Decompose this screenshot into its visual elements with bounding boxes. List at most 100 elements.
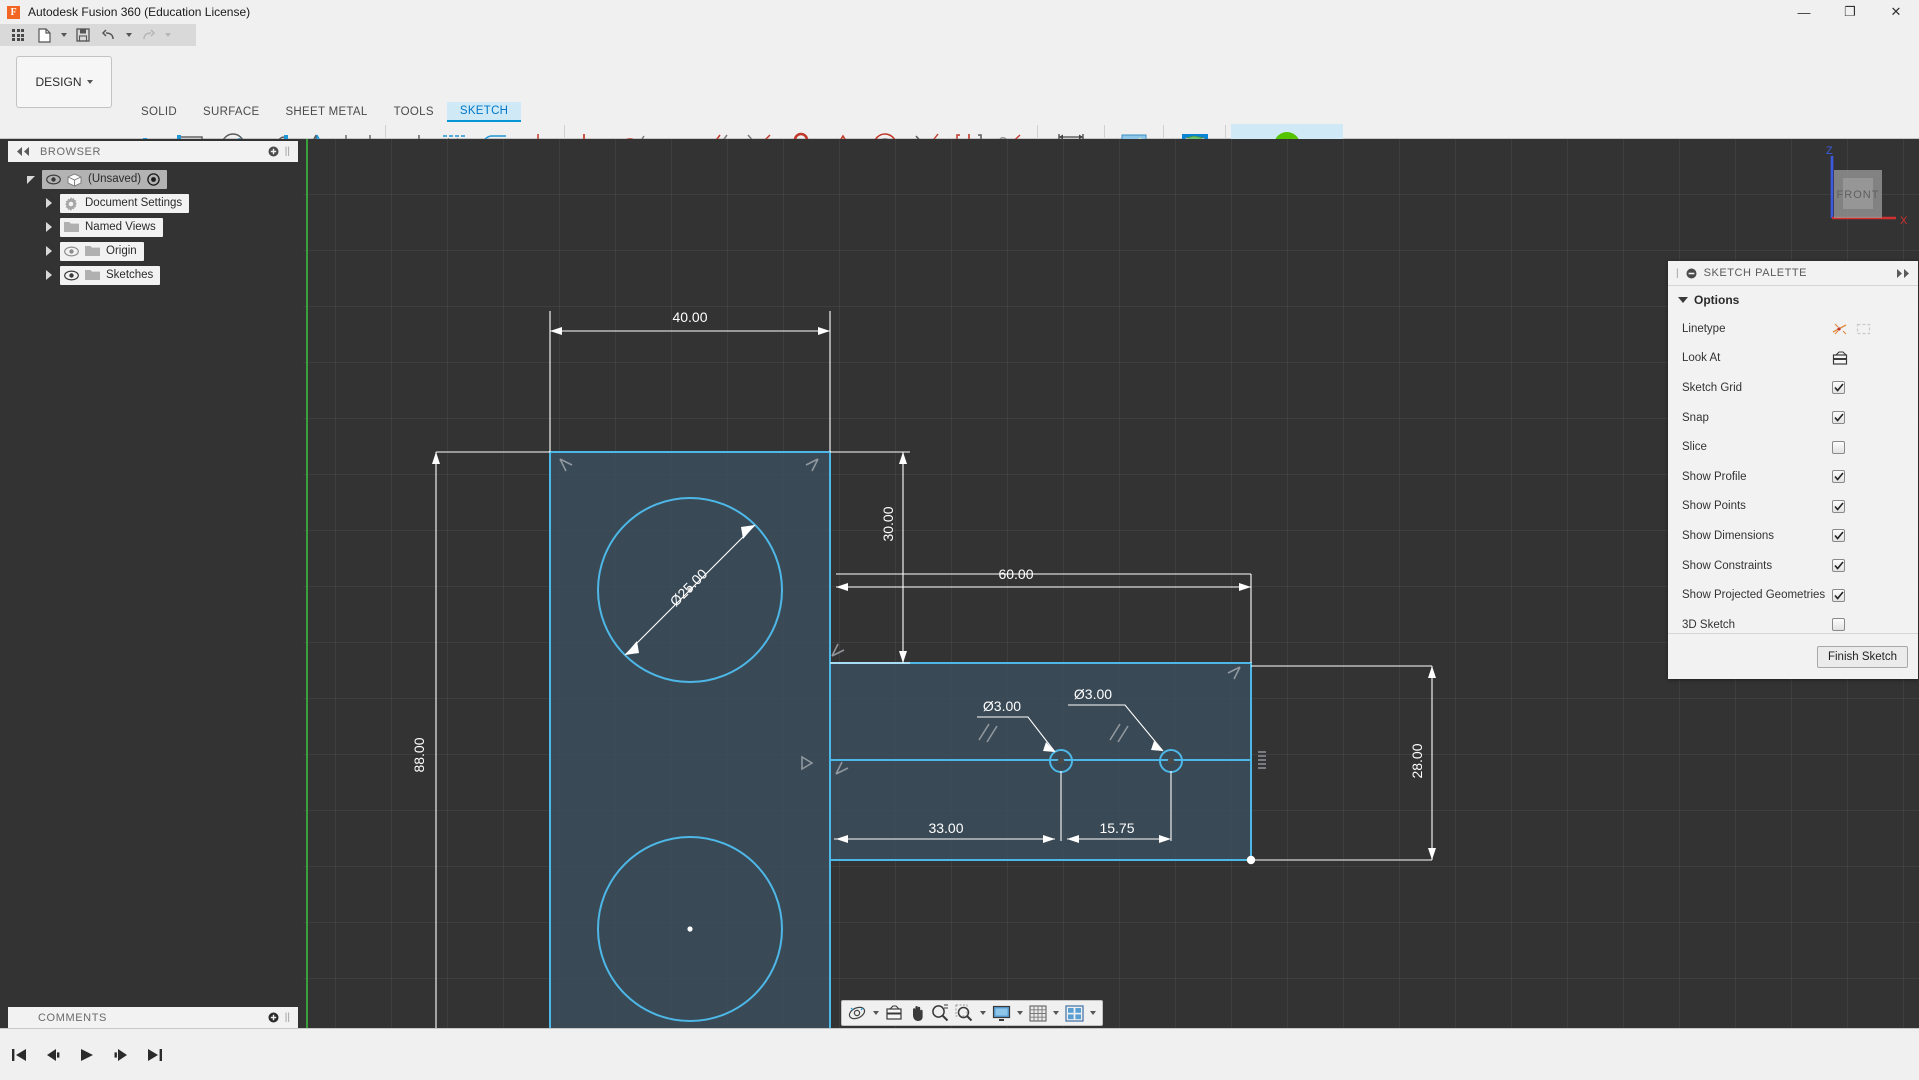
zoom-icon[interactable] [929, 1002, 952, 1024]
look-at-icon[interactable] [1832, 351, 1849, 366]
show-dimensions-checkbox[interactable] [1832, 529, 1845, 543]
dimension-label-width-top[interactable]: 40.00 [672, 309, 707, 325]
undo-icon[interactable] [97, 25, 121, 45]
browser-node-origin[interactable]: Origin [20, 239, 310, 263]
folder-icon [64, 221, 79, 234]
options-section-header[interactable]: Options [1668, 286, 1918, 314]
tab-tools[interactable]: TOOLS [381, 102, 447, 122]
dimension-label-hole2-diameter[interactable]: Ø3.00 [1074, 686, 1112, 702]
close-button[interactable]: ✕ [1873, 0, 1919, 24]
dimension-label-width-mid[interactable]: 60.00 [998, 566, 1033, 582]
panel-settings-icon[interactable] [268, 146, 279, 157]
viewports-icon[interactable] [1063, 1002, 1086, 1024]
grid-snaps-icon[interactable] [1027, 1002, 1049, 1024]
hole-2-center [1167, 757, 1175, 765]
sketch-grid-checkbox[interactable] [1832, 381, 1845, 395]
expand-arrow-icon[interactable] [38, 270, 60, 280]
comments-title: COMMENTS [38, 1011, 107, 1024]
axis-z-label: Z [1826, 145, 1833, 157]
orbit-dropdown[interactable] [870, 1002, 882, 1024]
folder-icon [85, 269, 100, 282]
display-settings-icon[interactable] [990, 1002, 1013, 1024]
browser-node-label: Named Views [85, 221, 156, 233]
sketch-palette-footer: Finish Sketch [1668, 633, 1918, 679]
3d-sketch-checkbox[interactable] [1832, 618, 1845, 632]
dimension-label-height-upper-right[interactable]: 30.00 [880, 506, 896, 541]
display-settings-dropdown[interactable] [1014, 1002, 1026, 1024]
panel-resize-handle[interactable]: || [285, 1012, 290, 1023]
activate-component-radio[interactable] [147, 172, 160, 186]
sketch-palette-header[interactable]: | SKETCH PALETTE [1668, 261, 1918, 286]
expand-arrow-icon[interactable] [38, 198, 60, 208]
workspace-switcher[interactable]: DESIGN [16, 56, 112, 108]
redo-dropdown[interactable] [162, 25, 173, 45]
finish-sketch-button[interactable]: Finish Sketch [1816, 645, 1908, 668]
expand-arrow-icon[interactable] [38, 222, 60, 232]
tab-sheet-metal[interactable]: SHEET METAL [272, 102, 380, 122]
save-icon[interactable] [71, 25, 95, 45]
browser-panel-header[interactable]: BROWSER || [8, 141, 298, 162]
look-at-label: Look At [1682, 352, 1721, 365]
show-points-checkbox[interactable] [1832, 499, 1845, 513]
show-profile-checkbox[interactable] [1832, 470, 1845, 484]
view-cube[interactable]: Z X FRONT [1820, 145, 1910, 236]
browser-tree: (Unsaved) Document Settings Named Views … [20, 167, 310, 287]
dimension-label-hole2-offset[interactable]: 15.75 [1099, 820, 1134, 836]
pan-hand-icon[interactable] [906, 1002, 928, 1024]
zoom-window-dropdown[interactable] [977, 1002, 989, 1024]
palette-row-show-dimensions: Show Dimensions [1668, 521, 1918, 551]
browser-node-named-views[interactable]: Named Views [20, 215, 310, 239]
palette-row-show-points: Show Points [1668, 492, 1918, 522]
minimize-button[interactable]: — [1781, 0, 1827, 24]
show-projected-geometries-checkbox[interactable] [1832, 588, 1845, 602]
dimension-label-hole1-offset[interactable]: 33.00 [928, 820, 963, 836]
palette-row-snap: Snap [1668, 403, 1918, 433]
dimension-label-height-left[interactable]: 88.00 [411, 737, 427, 772]
new-file-dropdown[interactable] [58, 25, 69, 45]
browser-node-document-settings[interactable]: Document Settings [20, 191, 310, 215]
new-file-icon[interactable] [32, 25, 56, 45]
play-icon[interactable] [76, 1044, 98, 1066]
tab-sketch[interactable]: SKETCH [446, 102, 522, 122]
slice-checkbox[interactable] [1832, 440, 1845, 454]
look-at-icon[interactable] [883, 1002, 905, 1024]
go-to-end-icon[interactable] [144, 1044, 166, 1066]
app-grid-icon[interactable] [6, 25, 30, 45]
hole-1-center [1057, 757, 1065, 765]
browser-node-sketches[interactable]: Sketches [20, 263, 310, 287]
comments-panel-header[interactable]: COMMENTS || [8, 1007, 298, 1028]
snap-checkbox[interactable] [1832, 411, 1845, 425]
maximize-button[interactable]: ❐ [1827, 0, 1873, 24]
zoom-window-icon[interactable] [953, 1002, 976, 1024]
viewports-dropdown[interactable] [1087, 1002, 1099, 1024]
orbit-icon[interactable] [845, 1002, 869, 1024]
redo-icon[interactable] [136, 25, 160, 45]
visibility-eye-icon[interactable] [46, 173, 61, 185]
browser-node-unsaved[interactable]: (Unsaved) [20, 167, 310, 191]
sketch-palette[interactable]: | SKETCH PALETTE Options Linetype Look A… [1668, 261, 1918, 679]
dimension-label-height-right[interactable]: 28.00 [1409, 743, 1425, 778]
tab-solid[interactable]: SOLID [128, 102, 190, 122]
minimize-icon[interactable] [1686, 268, 1697, 279]
centerline-icon[interactable] [1856, 322, 1872, 336]
expand-arrow-icon[interactable] [20, 175, 42, 184]
collapse-left-icon[interactable] [16, 147, 30, 156]
step-forward-icon[interactable] [110, 1044, 132, 1066]
step-back-icon[interactable] [42, 1044, 64, 1066]
expand-right-icon[interactable] [1896, 268, 1910, 278]
undo-dropdown[interactable] [123, 25, 134, 45]
go-to-beginning-icon[interactable] [8, 1044, 30, 1066]
palette-drag-handle[interactable]: | [1676, 268, 1679, 279]
dimension-label-hole1-diameter[interactable]: Ø3.00 [983, 698, 1021, 714]
visibility-eye-icon[interactable] [64, 269, 79, 281]
grid-snaps-dropdown[interactable] [1050, 1002, 1062, 1024]
add-comment-icon[interactable] [268, 1012, 279, 1023]
visibility-eye-icon[interactable] [64, 245, 79, 257]
panel-resize-handle[interactable]: || [285, 146, 290, 157]
tab-surface[interactable]: SURFACE [190, 102, 272, 122]
view-navigation-bar[interactable] [841, 1000, 1103, 1026]
linetype-label: Linetype [1682, 322, 1726, 335]
construction-line-icon[interactable] [1832, 322, 1848, 336]
show-constraints-checkbox[interactable] [1832, 559, 1845, 573]
expand-arrow-icon[interactable] [38, 246, 60, 256]
